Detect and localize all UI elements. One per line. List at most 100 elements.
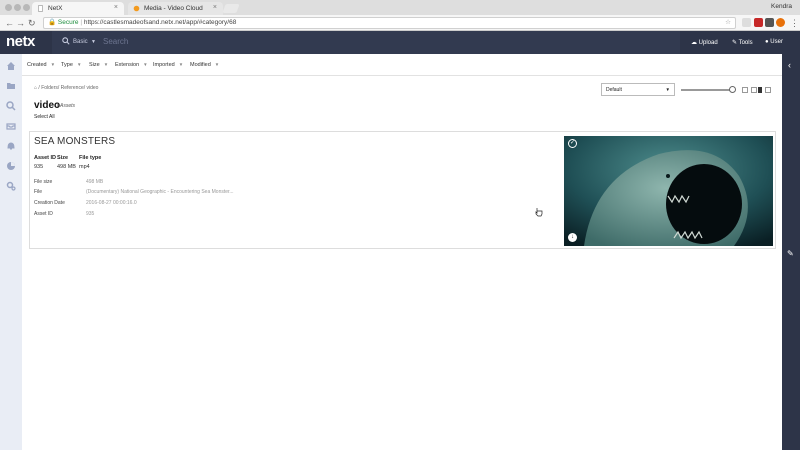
wrench-icon: ✎ bbox=[732, 40, 738, 46]
close-tab-icon[interactable]: × bbox=[213, 4, 217, 11]
search-icon[interactable] bbox=[6, 101, 16, 111]
grid-view-icon[interactable] bbox=[742, 87, 748, 93]
hand-cursor-icon bbox=[535, 208, 543, 217]
chevron-left-icon[interactable]: ‹ bbox=[788, 60, 791, 70]
extension-icon[interactable] bbox=[754, 18, 763, 27]
asset-card[interactable]: SEA MONSTERS Asset ID Size File type 935… bbox=[29, 131, 776, 249]
user-button[interactable]: ● User bbox=[765, 39, 783, 45]
search-icon bbox=[62, 37, 70, 45]
list-view-icon[interactable] bbox=[758, 87, 762, 93]
folder-icon[interactable] bbox=[6, 81, 16, 91]
browser-tab-netx[interactable]: NetX × bbox=[32, 2, 124, 15]
meta-value: (Documentary) National Geographic - Enco… bbox=[86, 189, 234, 195]
minimize-window-button[interactable] bbox=[14, 4, 21, 11]
maximize-window-button[interactable] bbox=[23, 4, 30, 11]
sea-monster-image bbox=[564, 136, 773, 246]
size-header: Size bbox=[57, 155, 69, 161]
filter-extension[interactable]: Extension ▼ bbox=[115, 62, 148, 68]
meta-label: Creation Date bbox=[34, 200, 65, 206]
close-tab-icon[interactable]: × bbox=[114, 4, 118, 11]
back-arrow-icon[interactable]: ← bbox=[5, 17, 14, 29]
more-menu-icon[interactable]: ⋮ bbox=[790, 17, 799, 29]
file-type-header: File type bbox=[79, 155, 102, 161]
browser-toolbar: ← → ↻ 🔒 Secure | https://castlesmadeofsa… bbox=[0, 15, 800, 31]
user-icon: ● bbox=[765, 39, 769, 45]
extension-icon[interactable] bbox=[742, 18, 751, 27]
asset-name[interactable]: SEA MONSTERS bbox=[34, 136, 115, 147]
search-bar[interactable]: Basic ▼ Search bbox=[52, 31, 680, 54]
bookmark-star-icon[interactable]: ☆ bbox=[725, 18, 731, 28]
app-navbar: netx Basic ▼ Search ☁ Upload ✎ Tools ● U… bbox=[0, 31, 800, 54]
filter-created[interactable]: Created ▼ bbox=[27, 62, 55, 68]
breadcrumb-path[interactable]: / Folders/ Reference/ video bbox=[38, 85, 98, 91]
filter-label: Type bbox=[61, 62, 73, 68]
bell-icon[interactable] bbox=[6, 141, 16, 151]
sort-select[interactable]: Default ▼ bbox=[601, 83, 675, 96]
tools-label: Tools bbox=[738, 40, 753, 46]
profile-name[interactable]: Kendra bbox=[771, 3, 792, 10]
search-mode[interactable]: Basic bbox=[73, 39, 88, 45]
meta-value: 2016-08-27 00:00:16.0 bbox=[86, 200, 137, 206]
size-value: 498 MB bbox=[57, 164, 76, 170]
filter-modified[interactable]: Modified ▼ bbox=[190, 62, 219, 68]
right-panel-bar: ‹ ✎ bbox=[782, 54, 800, 450]
page-icon bbox=[38, 5, 43, 12]
pencil-icon[interactable]: ✎ bbox=[787, 249, 794, 258]
chevron-down-icon: ▼ bbox=[178, 62, 184, 67]
upload-label: Upload bbox=[698, 40, 718, 46]
search-input[interactable]: Search bbox=[103, 37, 128, 46]
meta-label: File size bbox=[34, 179, 53, 185]
tools-button[interactable]: ✎ Tools bbox=[732, 39, 753, 46]
inbox-icon[interactable] bbox=[6, 121, 16, 131]
chevron-down-icon: ▼ bbox=[214, 62, 220, 67]
home-icon[interactable] bbox=[6, 61, 16, 71]
meta-label: Asset ID bbox=[34, 211, 53, 217]
extension-icon[interactable] bbox=[765, 18, 774, 27]
checkmark-icon[interactable]: ✓ bbox=[568, 139, 577, 148]
reload-icon[interactable]: ↻ bbox=[28, 17, 36, 29]
forward-arrow-icon[interactable]: → bbox=[16, 17, 25, 29]
chevron-down-icon: ▼ bbox=[143, 62, 148, 67]
chevron-down-icon[interactable]: ▼ bbox=[91, 39, 96, 45]
video-cloud-icon bbox=[133, 5, 140, 12]
filter-label: Modified bbox=[190, 62, 211, 68]
sort-selected-value: Default bbox=[606, 87, 622, 93]
cloud-upload-icon: ☁ bbox=[691, 40, 697, 46]
left-sidebar bbox=[0, 54, 22, 450]
extension-icon[interactable] bbox=[776, 18, 785, 27]
browser-tab-video-cloud[interactable]: Media - Video Cloud × bbox=[128, 2, 223, 15]
filter-bar: Created ▼ Type ▼ Size ▼ Extension ▼ Imported… bbox=[22, 54, 782, 76]
close-window-button[interactable] bbox=[5, 4, 12, 11]
upload-button[interactable]: ☁ Upload bbox=[691, 39, 718, 46]
slider-handle[interactable] bbox=[729, 86, 736, 93]
asset-count: 1 Assets bbox=[56, 103, 75, 109]
detail-view-icon[interactable] bbox=[765, 87, 771, 93]
chevron-down-icon: ▼ bbox=[76, 62, 82, 67]
filter-type[interactable]: Type ▼ bbox=[61, 62, 81, 68]
url-text: https://castlesmadeofsand.netx.net/app/#… bbox=[83, 19, 237, 26]
meta-value: 935 bbox=[86, 211, 95, 217]
filter-size[interactable]: Size ▼ bbox=[89, 62, 108, 68]
filter-label: Imported bbox=[153, 62, 175, 68]
gears-icon[interactable] bbox=[6, 181, 16, 191]
netx-logo[interactable]: netx bbox=[6, 33, 35, 50]
address-bar[interactable]: 🔒 Secure | https://castlesmadeofsand.net… bbox=[43, 17, 736, 29]
meta-value: 498 MB bbox=[86, 179, 104, 185]
asset-id-value: 935 bbox=[34, 164, 44, 170]
asset-thumbnail[interactable]: ✓ ↓ bbox=[564, 136, 773, 246]
browser-tab-strip: NetX × Media - Video Cloud × Kendra bbox=[0, 0, 800, 15]
meta-label: File bbox=[34, 189, 43, 195]
select-all-link[interactable]: Select All bbox=[34, 114, 55, 120]
new-tab-button[interactable] bbox=[222, 4, 240, 13]
filter-imported[interactable]: Imported ▼ bbox=[153, 62, 183, 68]
tab-title: Media - Video Cloud bbox=[144, 5, 203, 12]
thumbnail-size-slider[interactable] bbox=[681, 89, 733, 91]
pie-chart-icon[interactable] bbox=[6, 161, 16, 171]
chevron-down-icon: ▼ bbox=[665, 87, 670, 92]
filter-label: Extension bbox=[115, 62, 140, 68]
small-grid-view-icon[interactable] bbox=[751, 87, 757, 93]
download-icon[interactable]: ↓ bbox=[568, 233, 577, 242]
tab-title: NetX bbox=[48, 5, 63, 12]
secure-label: Secure bbox=[57, 19, 79, 26]
home-icon[interactable]: ⌂ bbox=[34, 85, 37, 91]
